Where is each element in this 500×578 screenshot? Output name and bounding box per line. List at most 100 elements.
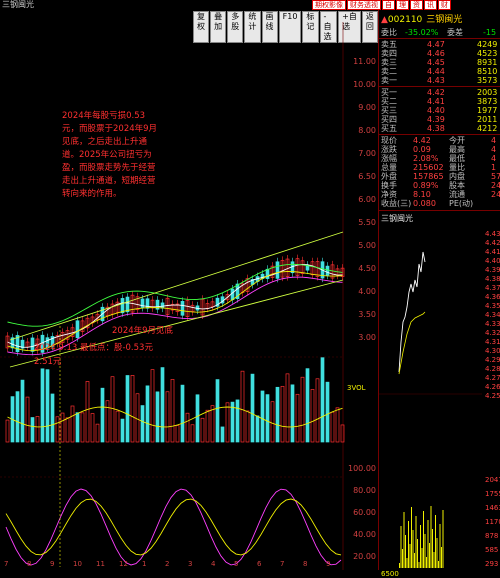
intraday-axis-label: 4.34 [485,311,500,319]
price-axis-label: 4.00 [358,287,376,296]
stat-row: 涨幅 2.08% 最低 4 [381,154,497,163]
ask-row: 卖四 4.46 4523 [381,49,498,58]
intraday-vol-axis-label: 1170 [485,518,500,526]
volume-bar [20,379,25,443]
bid-row: 买三 4.40 1977 [381,106,498,115]
price-axis-label: 10.00 [353,80,376,89]
candle-body [265,268,270,279]
time-axis-label: 4 [211,560,216,568]
intraday-axis-label: 4.25 [485,392,500,400]
intraday-vol-axis-label: 2047 [485,476,500,484]
stat-row: 净资8.10流通24. [381,190,500,199]
intraday-vol-axis-label: 585 [485,546,499,554]
intraday-axis-label: 4.29 [485,356,500,364]
ask-row: 卖五 4.47 4249 [381,40,498,49]
volume-bar [155,391,160,443]
bid-row: 买四 4.39 2011 [381,115,498,124]
intraday-axis-label: 4.41 [485,248,500,256]
volume-bar [295,393,300,443]
time-axis-label: 7 [280,560,285,568]
ask-row: 卖一 4.43 3573 [381,76,498,85]
time-axis-label: 9 [326,560,331,568]
bid-row: 买一 4.42 2003 [381,88,498,97]
volume-bar [75,412,80,443]
candle-body [125,296,130,313]
candle-body [75,320,80,339]
volume-bar [245,410,250,443]
volume-bar [275,386,280,443]
toolbar-btn-fin[interactable]: 财 [438,0,451,10]
toolbar-btn-asset[interactable]: 资 [410,0,423,10]
volume-bar [285,373,290,443]
volume-bar [325,381,330,443]
volume-bar [145,385,150,443]
intraday-axis-label: 4.42 [485,239,500,247]
ask-row: 卖二 4.44 8510 [381,67,498,76]
volume-bar [305,368,310,443]
volume-bar [180,384,185,443]
kdj-axis-label: 80.00 [353,486,376,495]
volume-bar [190,424,195,443]
bottom-note: 2024.9.13 最低点：股-0.53元 [34,343,153,353]
toolbar-btn-options[interactable]: 期权影像 [312,0,346,10]
stat-row: 外盘 157865 内盘 57 [381,172,500,181]
quote-panel: ▲002110 三钢闽光 委比 -35.02% 委差 -15 三钢闽光 4.43 4… [378,10,500,578]
bottom-tag: 6500 [381,570,399,578]
volume-bar [90,413,95,443]
toolbar-btn-news[interactable]: 讯 [424,0,437,10]
price-axis-label: 6.00 [358,195,376,204]
volume-bar [80,412,85,443]
volume-bar [270,401,275,443]
price-axis-label: 4.50 [358,264,376,273]
volume-bar [290,384,295,443]
title-bar: 三钢闽光 期权影像 财务透视 自 理 资 讯 财 [0,0,500,10]
volume-bar [35,416,40,443]
volume-bar [40,368,45,443]
volume-bar [25,396,30,443]
price-axis-label: 3.50 [358,310,376,319]
price-axis-label: 9.00 [358,103,376,112]
volume-bar [50,393,55,443]
volume-bar [30,417,35,443]
volume-bar [260,390,265,443]
time-axis-label: 12 [119,560,128,568]
volume-bar [45,369,50,443]
toolbar-btn-finance[interactable]: 财务透视 [347,0,381,10]
volume-bar [65,417,70,443]
toolbar-btn-manage[interactable]: 理 [396,0,409,10]
kdj-axis-label: 40.00 [353,530,376,539]
kdj-axis: 100.00 80.00 60.00 40.00 20.00 [343,460,378,561]
volume-bar [175,425,180,443]
stat-row: 换手 0.89% 股本 24 [381,181,500,190]
intraday-axis-label: 4.43 [485,230,500,238]
volume-bar [220,426,225,443]
intraday-axis-label: 4.32 [485,329,500,337]
stock-code: ▲002110 [381,15,423,25]
volume-bar [300,376,305,443]
volume-bar [320,357,325,443]
intraday-axis-label: 4.26 [485,383,500,391]
volume-bar [240,370,245,443]
window-title: 三钢闽光 [2,0,34,9]
intraday-axis-label: 4.39 [485,266,500,274]
volume-bar [205,409,210,443]
webi-row: 委比 -35.02% 委差 -15 [381,28,497,37]
volume-bar [160,367,165,443]
volume-bar [130,375,135,443]
kdj-axis-label: 100.00 [348,464,376,473]
price-axis-label: 5.50 [358,218,376,227]
intraday-axis-label: 4.27 [485,374,500,382]
time-axis-label: 7 [4,560,9,568]
toolbar-btn-self[interactable]: 自 [382,0,395,10]
volume-bar [85,381,90,443]
time-axis-label: 9 [50,560,55,568]
price-axis-label: 5.00 [358,241,376,250]
time-axis-label: 1 [142,560,147,568]
volume-bar [250,373,255,443]
time-axis-label: 11 [96,560,105,568]
kline-chart[interactable] [0,22,378,570]
stat-row: 现价 4.42 今开 4 [381,136,497,145]
price-axis-label: 6.50 [358,172,376,181]
volume-bar [200,417,205,443]
bid-row: 买二 4.41 3873 [381,97,498,106]
